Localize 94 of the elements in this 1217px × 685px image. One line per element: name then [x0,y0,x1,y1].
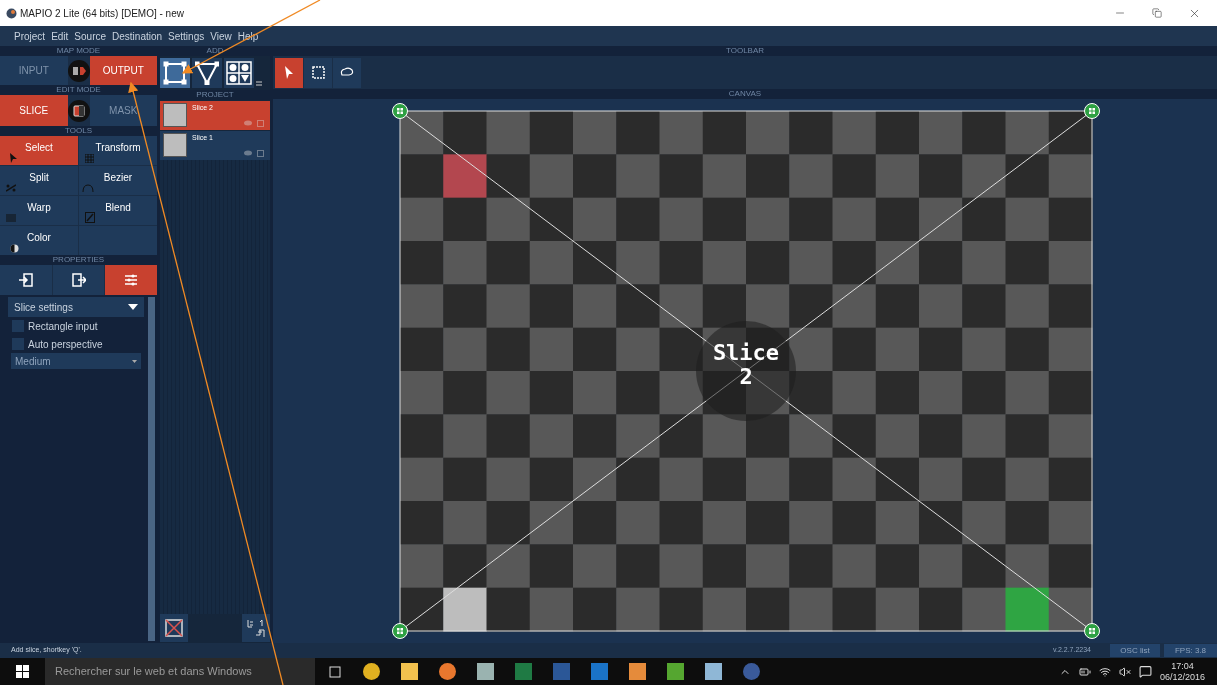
pointer-icon [284,66,294,79]
corner-handle[interactable] [1084,103,1100,119]
battery-icon[interactable] [1078,665,1091,678]
lock-icon [257,120,264,127]
edit-mode-button[interactable]: SLICE [0,95,68,126]
restore-icon[interactable] [1152,8,1162,18]
fps-label: FPS: 3.8 [1164,644,1217,657]
corner-handle[interactable] [1084,623,1100,639]
clock-time: 17:04 [1171,660,1194,672]
menu-item[interactable]: Project [14,28,46,44]
scrollbar[interactable] [148,297,155,641]
tool-button[interactable]: Split [0,166,78,195]
task-view-icon [328,665,342,678]
more-icon [256,81,262,86]
app-icon[interactable] [743,663,760,680]
reorder-button[interactable] [242,614,270,642]
toggle-switch-icon [67,99,90,122]
grid-icon [85,154,94,163]
tool-button[interactable]: Warp [0,196,78,225]
toolbar-button[interactable] [333,57,361,88]
osc-list-button[interactable]: OSC list [1110,644,1160,657]
contrast-icon [10,244,19,253]
section-label: PROPERTIES [52,256,105,264]
toolbar-button[interactable] [275,57,303,88]
tool-button[interactable]: Transform [79,136,157,165]
section-label: CANVAS [728,90,762,98]
section-title: Slice settings [14,300,73,315]
checkbox-label: Rectangle input [28,319,98,334]
section-label: EDIT MODE [56,86,101,94]
warp-icon [6,214,16,222]
menu-item[interactable]: Settings [168,28,205,44]
dropdown-arrow-icon [132,359,137,363]
menu-item[interactable]: Destination [112,28,163,44]
triangle-icon [195,61,219,85]
checkbox[interactable] [12,320,24,332]
eye-icon [244,150,252,156]
import-icon [18,273,33,287]
slice-thumbnail [163,133,187,157]
notification-icon[interactable] [1138,665,1152,678]
search-field[interactable]: Rechercher sur le web et dans Windows [45,658,315,685]
corner-handle[interactable] [392,623,408,639]
tool-button[interactable]: Select [0,136,78,165]
tool-button[interactable]: Color [0,226,78,255]
delete-icon [164,618,184,638]
add-shape-button[interactable] [224,58,254,88]
menu-item[interactable]: Source [74,28,107,44]
clock-date: 06/12/2016 [1159,671,1205,683]
corner-handle[interactable] [392,103,408,119]
bezier-icon [82,184,94,192]
eye-icon [244,120,252,126]
menu-item[interactable]: Edit [51,28,69,44]
pointer-icon [10,153,18,163]
toolbar-button[interactable] [304,57,332,88]
section-label: MAP MODE [56,47,101,55]
add-shape-button[interactable] [192,58,222,88]
blend-icon [85,212,95,223]
mesh-grid-icon [226,61,252,85]
app-logo-icon [6,7,17,19]
section-header[interactable]: Slice settings [8,297,144,317]
checkbox-label: Auto perspective [28,337,103,352]
map-mode-button[interactable]: INPUT [0,56,68,85]
sliders-icon [124,273,139,287]
properties-tab[interactable] [0,265,52,295]
quality-dropdown[interactable]: Medium [11,353,141,369]
export-icon [71,273,86,287]
marquee-icon [311,66,325,79]
tool-button[interactable]: Bezier [79,166,157,195]
lasso-icon [340,67,354,78]
dropdown-arrow-icon [128,304,138,310]
lock-icon [257,150,264,157]
windows-logo-icon [16,665,29,678]
delete-slice-button[interactable] [160,614,188,642]
checkbox[interactable] [12,338,24,350]
section-label: PROJECT [196,91,234,99]
section-label: TOOLS [65,127,92,135]
chrome-icon[interactable] [363,663,380,680]
slice-thumbnail [163,103,187,127]
tool-button[interactable]: Blend [79,196,157,225]
map-mode-button[interactable]: OUTPUT [89,56,157,85]
add-shape-button[interactable] [160,58,190,88]
rectangle-icon [163,61,187,85]
muted-speaker-icon[interactable] [1118,665,1131,678]
menu-item[interactable]: View [210,28,232,44]
firefox-icon[interactable] [439,663,456,680]
section-label: TOOLBAR [725,47,765,55]
window-title: MAPIO 2 Lite (64 bits) [DEMO] - new [20,6,184,21]
properties-tab[interactable] [52,265,105,295]
slice-label: Slice 2 [711,341,781,389]
wifi-icon[interactable] [1098,665,1111,678]
split-icon [6,184,16,192]
edit-mode-button[interactable]: MASK [89,95,157,126]
reorder-icon [246,618,266,638]
section-label: ADD [206,47,224,55]
toggle-switch-icon [67,59,90,82]
